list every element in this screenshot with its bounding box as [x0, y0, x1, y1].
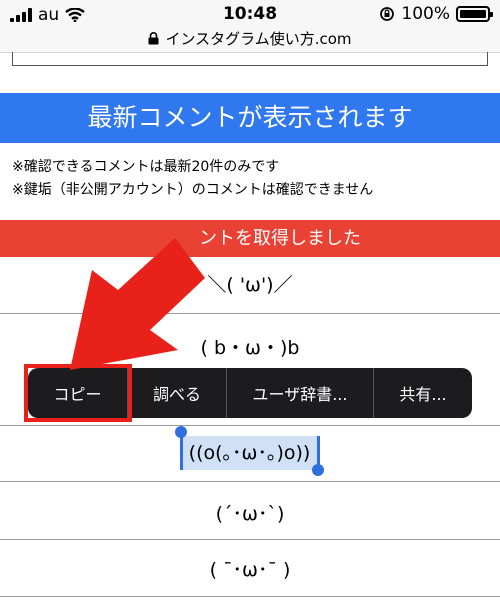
pointer-arrow-icon	[70, 238, 205, 370]
